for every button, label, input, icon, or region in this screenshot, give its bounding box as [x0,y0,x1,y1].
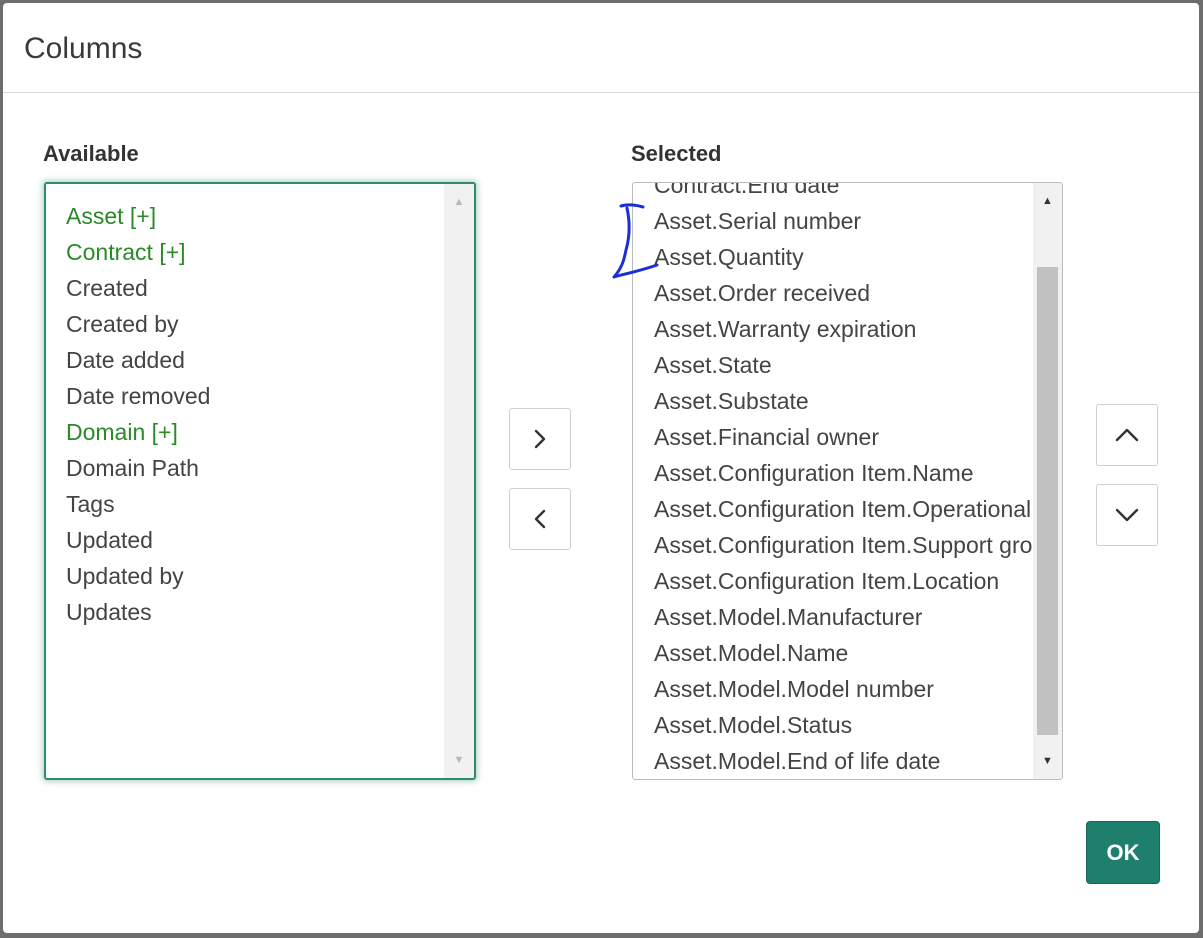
available-item[interactable]: Updated by [66,558,210,594]
add-column-button[interactable] [509,408,571,470]
available-item[interactable]: Date added [66,342,210,378]
available-item[interactable]: Contract [+] [66,234,210,270]
selected-list: Contract.End date Asset.Serial number Asse… [654,183,1062,779]
selected-item[interactable]: Asset.Model.Status [654,707,1062,743]
selected-item[interactable]: Asset.Substate [654,383,1062,419]
selected-scrollbar[interactable]: ▲ ▼ [1033,183,1062,779]
remove-column-button[interactable] [509,488,571,550]
selected-item[interactable]: Asset.Serial number [654,203,1062,239]
available-item[interactable]: Asset [+] [66,198,210,234]
scroll-up-arrow-icon[interactable]: ▲ [444,188,474,216]
selected-item[interactable]: Asset.Model.Model number [654,671,1062,707]
available-item[interactable]: Domain [+] [66,414,210,450]
available-item[interactable]: Created [66,270,210,306]
dialog-header: Columns [3,3,1199,93]
selected-item[interactable]: Asset.Model.Manufacturer [654,599,1062,635]
available-item[interactable]: Updated [66,522,210,558]
selected-item[interactable]: Contract.End date [654,183,1062,203]
selected-item[interactable]: Asset.State [654,347,1062,383]
selected-item[interactable]: Asset.Configuration Item.Name [654,455,1062,491]
selected-listbox[interactable]: Contract.End date Asset.Serial number Asse… [632,182,1063,780]
selected-item[interactable]: Asset.Quantity [654,239,1062,275]
available-item[interactable]: Created by [66,306,210,342]
selected-item[interactable]: Asset.Model.End of life date [654,743,1062,779]
scroll-down-arrow-icon[interactable]: ▼ [444,746,474,774]
scroll-up-arrow-icon[interactable]: ▲ [1033,187,1062,215]
available-item[interactable]: Tags [66,486,210,522]
available-item[interactable]: Updates [66,594,210,630]
scroll-down-arrow-icon[interactable]: ▼ [1033,747,1062,775]
selected-item[interactable]: Asset.Warranty expiration [654,311,1062,347]
selected-item[interactable]: Asset.Configuration Item.Support group [654,527,1062,563]
columns-dialog: Columns Available Selected Asset [+] Cont… [3,3,1199,933]
chevron-left-icon [534,509,546,529]
available-item[interactable]: Domain Path [66,450,210,486]
selected-item[interactable]: Asset.Order received [654,275,1062,311]
selected-scroll-thumb[interactable] [1037,267,1058,735]
ok-button[interactable]: OK [1086,821,1160,884]
available-scrollbar[interactable]: ▲ ▼ [444,184,474,778]
selected-item[interactable]: Asset.Configuration Item.Location [654,563,1062,599]
dialog-title: Columns [24,32,143,65]
selected-item[interactable]: Asset.Configuration Item.Operational sta… [654,491,1062,527]
available-listbox[interactable]: Asset [+] Contract [+] Created Created by Da… [44,182,476,780]
available-label: Available [43,141,139,166]
selected-item[interactable]: Asset.Model.Name [654,635,1062,671]
selected-label: Selected [631,141,722,166]
chevron-down-icon [1115,508,1139,522]
selected-item[interactable]: Asset.Financial owner [654,419,1062,455]
move-down-button[interactable] [1096,484,1158,546]
available-item[interactable]: Date removed [66,378,210,414]
chevron-right-icon [534,429,546,449]
move-up-button[interactable] [1096,404,1158,466]
available-list: Asset [+] Contract [+] Created Created by Da… [66,198,210,630]
chevron-up-icon [1115,428,1139,442]
